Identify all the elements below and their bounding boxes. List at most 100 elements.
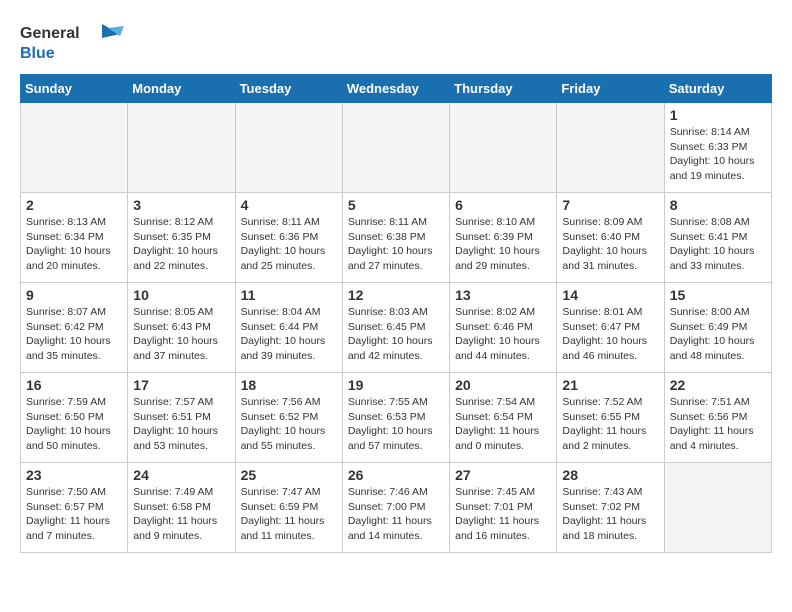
day-number: 9 [26, 287, 122, 303]
calendar-cell: 13 Sunrise: 8:02 AM Sunset: 6:46 PM Dayli… [450, 283, 557, 373]
calendar-cell: 14 Sunrise: 8:01 AM Sunset: 6:47 PM Dayli… [557, 283, 664, 373]
day-info: Sunrise: 8:11 AM Sunset: 6:36 PM Dayligh… [241, 215, 337, 274]
day-number: 3 [133, 197, 229, 213]
day-info: Sunrise: 7:43 AM Sunset: 7:02 PM Dayligh… [562, 485, 658, 544]
weekday-header-row: SundayMondayTuesdayWednesdayThursdayFrid… [21, 75, 772, 103]
weekday-header-monday: Monday [128, 75, 235, 103]
day-info: Sunrise: 7:50 AM Sunset: 6:57 PM Dayligh… [26, 485, 122, 544]
day-info: Sunrise: 7:49 AM Sunset: 6:58 PM Dayligh… [133, 485, 229, 544]
week-row-4: 23 Sunrise: 7:50 AM Sunset: 6:57 PM Dayli… [21, 463, 772, 553]
day-number: 17 [133, 377, 229, 393]
svg-text:General: General [20, 25, 80, 42]
day-number: 1 [670, 107, 766, 123]
calendar-cell: 1 Sunrise: 8:14 AM Sunset: 6:33 PM Daylig… [664, 103, 771, 193]
day-number: 11 [241, 287, 337, 303]
day-info: Sunrise: 7:47 AM Sunset: 6:59 PM Dayligh… [241, 485, 337, 544]
day-number: 15 [670, 287, 766, 303]
calendar-cell: 9 Sunrise: 8:07 AM Sunset: 6:42 PM Daylig… [21, 283, 128, 373]
calendar-cell [21, 103, 128, 193]
calendar-cell: 7 Sunrise: 8:09 AM Sunset: 6:40 PM Daylig… [557, 193, 664, 283]
calendar-cell [235, 103, 342, 193]
day-info: Sunrise: 8:11 AM Sunset: 6:38 PM Dayligh… [348, 215, 444, 274]
day-info: Sunrise: 8:05 AM Sunset: 6:43 PM Dayligh… [133, 305, 229, 364]
calendar-cell: 2 Sunrise: 8:13 AM Sunset: 6:34 PM Daylig… [21, 193, 128, 283]
day-number: 27 [455, 467, 551, 483]
day-number: 21 [562, 377, 658, 393]
weekday-header-tuesday: Tuesday [235, 75, 342, 103]
calendar-cell: 18 Sunrise: 7:56 AM Sunset: 6:52 PM Dayli… [235, 373, 342, 463]
day-number: 13 [455, 287, 551, 303]
logo-svg: GeneralBlue [20, 20, 130, 64]
calendar-cell: 5 Sunrise: 8:11 AM Sunset: 6:38 PM Daylig… [342, 193, 449, 283]
header: GeneralBlue [20, 20, 772, 64]
weekday-header-friday: Friday [557, 75, 664, 103]
day-number: 28 [562, 467, 658, 483]
day-number: 14 [562, 287, 658, 303]
calendar-table: SundayMondayTuesdayWednesdayThursdayFrid… [20, 74, 772, 553]
calendar-cell: 11 Sunrise: 8:04 AM Sunset: 6:44 PM Dayli… [235, 283, 342, 373]
day-info: Sunrise: 8:14 AM Sunset: 6:33 PM Dayligh… [670, 125, 766, 184]
day-number: 26 [348, 467, 444, 483]
calendar-cell: 27 Sunrise: 7:45 AM Sunset: 7:01 PM Dayli… [450, 463, 557, 553]
calendar-cell: 20 Sunrise: 7:54 AM Sunset: 6:54 PM Dayli… [450, 373, 557, 463]
day-number: 20 [455, 377, 551, 393]
calendar-cell: 3 Sunrise: 8:12 AM Sunset: 6:35 PM Daylig… [128, 193, 235, 283]
calendar-cell: 17 Sunrise: 7:57 AM Sunset: 6:51 PM Dayli… [128, 373, 235, 463]
day-info: Sunrise: 8:02 AM Sunset: 6:46 PM Dayligh… [455, 305, 551, 364]
day-info: Sunrise: 7:51 AM Sunset: 6:56 PM Dayligh… [670, 395, 766, 454]
calendar-cell: 16 Sunrise: 7:59 AM Sunset: 6:50 PM Dayli… [21, 373, 128, 463]
day-info: Sunrise: 8:09 AM Sunset: 6:40 PM Dayligh… [562, 215, 658, 274]
day-number: 18 [241, 377, 337, 393]
calendar-cell: 24Sunrise: 7:49 AM Sunset: 6:58 PM Dayli… [128, 463, 235, 553]
logo: GeneralBlue [20, 20, 130, 64]
calendar-cell [342, 103, 449, 193]
week-row-3: 16 Sunrise: 7:59 AM Sunset: 6:50 PM Dayli… [21, 373, 772, 463]
day-info: Sunrise: 8:13 AM Sunset: 6:34 PM Dayligh… [26, 215, 122, 274]
day-info: Sunrise: 7:57 AM Sunset: 6:51 PM Dayligh… [133, 395, 229, 454]
day-info: Sunrise: 7:56 AM Sunset: 6:52 PM Dayligh… [241, 395, 337, 454]
day-number: 25 [241, 467, 337, 483]
week-row-1: 2 Sunrise: 8:13 AM Sunset: 6:34 PM Daylig… [21, 193, 772, 283]
day-info: Sunrise: 8:03 AM Sunset: 6:45 PM Dayligh… [348, 305, 444, 364]
calendar-cell: 8 Sunrise: 8:08 AM Sunset: 6:41 PM Daylig… [664, 193, 771, 283]
weekday-header-saturday: Saturday [664, 75, 771, 103]
calendar-cell: 15 Sunrise: 8:00 AM Sunset: 6:49 PM Dayli… [664, 283, 771, 373]
day-number: 22 [670, 377, 766, 393]
day-info: Sunrise: 7:45 AM Sunset: 7:01 PM Dayligh… [455, 485, 551, 544]
day-number: 2 [26, 197, 122, 213]
day-info: Sunrise: 7:54 AM Sunset: 6:54 PM Dayligh… [455, 395, 551, 454]
day-number: 23 [26, 467, 122, 483]
calendar-cell: 6 Sunrise: 8:10 AM Sunset: 6:39 PM Daylig… [450, 193, 557, 283]
day-number: 16 [26, 377, 122, 393]
weekday-header-thursday: Thursday [450, 75, 557, 103]
day-number: 6 [455, 197, 551, 213]
day-info: Sunrise: 7:46 AM Sunset: 7:00 PM Dayligh… [348, 485, 444, 544]
day-info: Sunrise: 8:00 AM Sunset: 6:49 PM Dayligh… [670, 305, 766, 364]
calendar-cell: 22 Sunrise: 7:51 AM Sunset: 6:56 PM Dayli… [664, 373, 771, 463]
weekday-header-sunday: Sunday [21, 75, 128, 103]
week-row-2: 9 Sunrise: 8:07 AM Sunset: 6:42 PM Daylig… [21, 283, 772, 373]
day-info: Sunrise: 8:10 AM Sunset: 6:39 PM Dayligh… [455, 215, 551, 274]
day-info: Sunrise: 8:04 AM Sunset: 6:44 PM Dayligh… [241, 305, 337, 364]
day-info: Sunrise: 8:01 AM Sunset: 6:47 PM Dayligh… [562, 305, 658, 364]
calendar-cell: 25 Sunrise: 7:47 AM Sunset: 6:59 PM Dayli… [235, 463, 342, 553]
calendar-cell: 26 Sunrise: 7:46 AM Sunset: 7:00 PM Dayli… [342, 463, 449, 553]
calendar-cell: 4 Sunrise: 8:11 AM Sunset: 6:36 PM Daylig… [235, 193, 342, 283]
day-info: Sunrise: 7:59 AM Sunset: 6:50 PM Dayligh… [26, 395, 122, 454]
day-info: Sunrise: 8:12 AM Sunset: 6:35 PM Dayligh… [133, 215, 229, 274]
calendar-cell: 12Sunrise: 8:03 AM Sunset: 6:45 PM Dayli… [342, 283, 449, 373]
calendar-cell: 28 Sunrise: 7:43 AM Sunset: 7:02 PM Dayli… [557, 463, 664, 553]
day-number: 7 [562, 197, 658, 213]
day-info: Sunrise: 8:07 AM Sunset: 6:42 PM Dayligh… [26, 305, 122, 364]
day-number: 8 [670, 197, 766, 213]
day-info: Sunrise: 8:08 AM Sunset: 6:41 PM Dayligh… [670, 215, 766, 274]
day-info: Sunrise: 7:52 AM Sunset: 6:55 PM Dayligh… [562, 395, 658, 454]
day-number: 4 [241, 197, 337, 213]
calendar-cell [557, 103, 664, 193]
calendar-cell [664, 463, 771, 553]
calendar-cell: 10Sunrise: 8:05 AM Sunset: 6:43 PM Dayli… [128, 283, 235, 373]
day-number: 5 [348, 197, 444, 213]
calendar-cell: 21 Sunrise: 7:52 AM Sunset: 6:55 PM Dayli… [557, 373, 664, 463]
calendar-cell [128, 103, 235, 193]
calendar-cell: 23 Sunrise: 7:50 AM Sunset: 6:57 PM Dayli… [21, 463, 128, 553]
